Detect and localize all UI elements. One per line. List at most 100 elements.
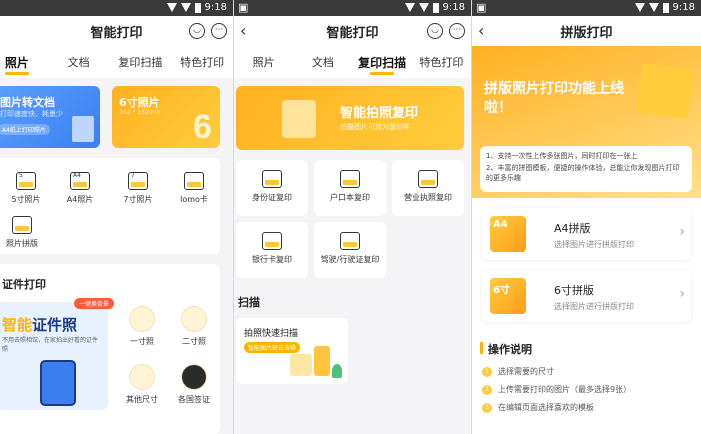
tile-driver-license-copy[interactable]: 驾驶/行驶证复印 — [314, 222, 386, 278]
tile-business-license-copy[interactable]: 营业执照复印 — [392, 160, 464, 216]
clock: 9:18 — [442, 2, 465, 13]
hero-notes: 1、支持一次性上传多张图片，同时打印在一张上 2、丰富的拼图模板，便捷的操作体验… — [480, 146, 692, 192]
feedback-icon[interactable]: ◡ — [189, 23, 205, 39]
plant-icon — [332, 364, 342, 378]
tab-special[interactable]: 特色打印 — [171, 54, 233, 70]
howto-title: 操作说明 — [488, 343, 532, 356]
document-icon — [72, 116, 94, 142]
option-6inch-collage[interactable]: 6寸 6寸拼版 选择图片进行拼版打印 › — [482, 270, 691, 322]
hero-note-1: 1、支持一次性上传多张图片，同时打印在一张上 — [486, 152, 638, 160]
signal-icon — [418, 3, 429, 12]
tab-photo[interactable]: 照片 — [0, 54, 48, 75]
smart-id-photo-card[interactable]: 一键换背景 智能证件照 不用去照相馆，在家拍出好看的证件照 — [0, 298, 114, 410]
option-subtitle: 选择图片进行拼版打印 — [554, 302, 634, 311]
banner-6inch-photo[interactable]: 6寸照片 102 * 152mm 6 — [112, 86, 220, 148]
tab-copy-scan[interactable]: 复印扫描 — [110, 54, 172, 70]
tab-special[interactable]: 特色打印 — [412, 54, 471, 70]
household-book-icon — [340, 170, 360, 188]
category-tabs: 照片 文档 复印扫描 特色打印 — [0, 46, 233, 78]
quick-scan-card[interactable]: 拍照快速扫描 智能图片矫正去噪 — [236, 318, 348, 384]
scan-card-chip: 智能图片矫正去噪 — [244, 342, 301, 353]
option-subtitle: 选择图片进行拼版打印 — [554, 240, 634, 249]
grid-item-a4[interactable]: A4 A4照片 — [54, 172, 106, 205]
title-bar: ‹ 智能打印 ◡ ··· — [234, 16, 471, 46]
title-bar: ‹ 拼版打印 — [472, 16, 701, 46]
driver-license-icon — [340, 232, 360, 250]
status-bar: ▣ 9:18 — [234, 0, 471, 16]
step-2: 2 上传需要打印的图片（最多选择9张） — [482, 384, 631, 395]
banner-title: 图片转文档 — [0, 96, 55, 109]
chevron-right-icon: › — [679, 286, 685, 302]
gift-box-icon — [635, 62, 695, 120]
hero-note-2: 2、丰富的拼图模板，便捷的操作体验，总能让你发现图片打印的更多乐趣 — [486, 164, 680, 182]
tile-id-card-copy[interactable]: 身份证复印 — [236, 160, 308, 216]
option-a4-collage[interactable]: A4 A4拼版 选择图片进行拼版打印 › — [482, 208, 691, 260]
id-item-visa[interactable]: 各国签证 — [168, 364, 220, 405]
more-icon[interactable]: ··· — [449, 23, 465, 39]
bank-card-icon — [262, 232, 282, 250]
screen-collage-print: ▣ 9:18 ‹ 拼版打印 拼版照片打印功能上线啦！ 1、支持一次性上传多张图片… — [472, 0, 701, 434]
grid-item-7inch[interactable]: 7 7寸照片 — [112, 172, 164, 205]
banner-title: 6寸照片 — [119, 96, 160, 109]
id-photo-section: 证件打印 一键换背景 智能证件照 不用去照相馆，在家拍出好看的证件照 一寸照 二… — [0, 264, 220, 434]
option-title: A4拼版 — [554, 222, 591, 235]
heading-id-photo: 证件照 — [32, 316, 78, 334]
screenshot-icon: ▣ — [476, 1, 487, 14]
id-photo-desc: 不用去照相馆，在家拍出好看的证件照 — [2, 337, 99, 353]
title-bar: 智能打印 ◡ ··· — [0, 16, 233, 46]
banner-subtitle: 102 * 152mm — [119, 109, 161, 116]
tab-document[interactable]: 文档 — [293, 54, 352, 70]
section-title: 证件打印 — [2, 278, 46, 291]
screen-copy-scan: ▣ 9:18 ‹ 智能打印 ◡ ··· 照片 文档 复印扫描 特色打印 智能拍照… — [234, 0, 471, 434]
background-swap-badge: 一键换背景 — [73, 298, 114, 309]
feedback-icon[interactable]: ◡ — [427, 23, 443, 39]
photo-size-grid: 5 5寸照片 A4 A4照片 7 7寸照片 lomo卡 照片拼版 — [0, 158, 220, 254]
status-bar: 9:18 — [0, 0, 233, 16]
phone-frame-icon — [129, 364, 155, 390]
photo-icon: 5 — [16, 172, 36, 190]
signal-icon — [180, 3, 191, 12]
tab-document[interactable]: 文档 — [48, 54, 110, 70]
grid-item-5inch[interactable]: 5 5寸照片 — [0, 172, 52, 205]
battery-icon — [662, 2, 669, 13]
banner-subtitle: 拍摄图片可转为复印件 — [340, 123, 410, 131]
banner-big-number: 6 — [193, 108, 212, 146]
id-item-other[interactable]: 其他尺寸 — [116, 364, 168, 405]
status-bar: ▣ 9:18 — [472, 0, 701, 16]
screen-photo-print: 9:18 智能打印 ◡ ··· 照片 文档 复印扫描 特色打印 图片转文档 打印… — [0, 0, 233, 434]
grid-item-collage[interactable]: 照片拼版 — [0, 216, 48, 249]
photo-icon: A4 — [70, 172, 90, 190]
person-avatar-icon — [181, 306, 207, 332]
clock: 9:18 — [204, 2, 227, 13]
battery-icon — [194, 2, 201, 13]
id-item-1inch[interactable]: 一寸照 — [116, 306, 168, 347]
tile-household-copy[interactable]: 户口本复印 — [314, 160, 386, 216]
signal-icon — [648, 3, 659, 12]
clock: 9:18 — [672, 2, 695, 13]
scan-card-title: 拍照快速扫描 — [244, 329, 299, 339]
banner-image-to-doc[interactable]: 图片转文档 打印速度快、耗墨少 A4纸上打印照片 — [0, 86, 100, 148]
document-copy-icon — [282, 100, 316, 138]
banner-title: 智能拍照复印 — [340, 106, 419, 121]
id-card-icon — [262, 170, 282, 188]
person-avatar-icon — [129, 306, 155, 332]
tile-bank-card-copy[interactable]: 银行卡复印 — [236, 222, 308, 278]
page-title: 拼版打印 — [560, 26, 613, 41]
photo-stack-icon — [290, 354, 312, 376]
more-icon[interactable]: ··· — [211, 23, 227, 39]
collage-icon — [12, 216, 32, 234]
hero-title: 拼版照片打印功能上线啦！ — [484, 81, 624, 116]
heading-smart: 智能 — [2, 316, 33, 334]
tab-copy-scan[interactable]: 复印扫描 — [353, 54, 412, 75]
globe-icon — [181, 364, 207, 390]
lomo-card-icon — [184, 172, 204, 190]
section-title-scan: 扫描 — [238, 296, 260, 309]
banner-subtitle: 打印速度快、耗墨少 — [0, 110, 63, 118]
id-item-2inch[interactable]: 二寸照 — [168, 306, 220, 347]
tab-photo[interactable]: 照片 — [234, 54, 293, 70]
category-tabs: 照片 文档 复印扫描 特色打印 — [234, 46, 471, 78]
grid-item-lomo[interactable]: lomo卡 — [168, 172, 220, 205]
howto-bar-icon — [480, 342, 483, 354]
screenshot-icon: ▣ — [238, 1, 249, 14]
banner-smart-copy[interactable]: 智能拍照复印 拍摄图片可转为复印件 — [236, 86, 464, 150]
